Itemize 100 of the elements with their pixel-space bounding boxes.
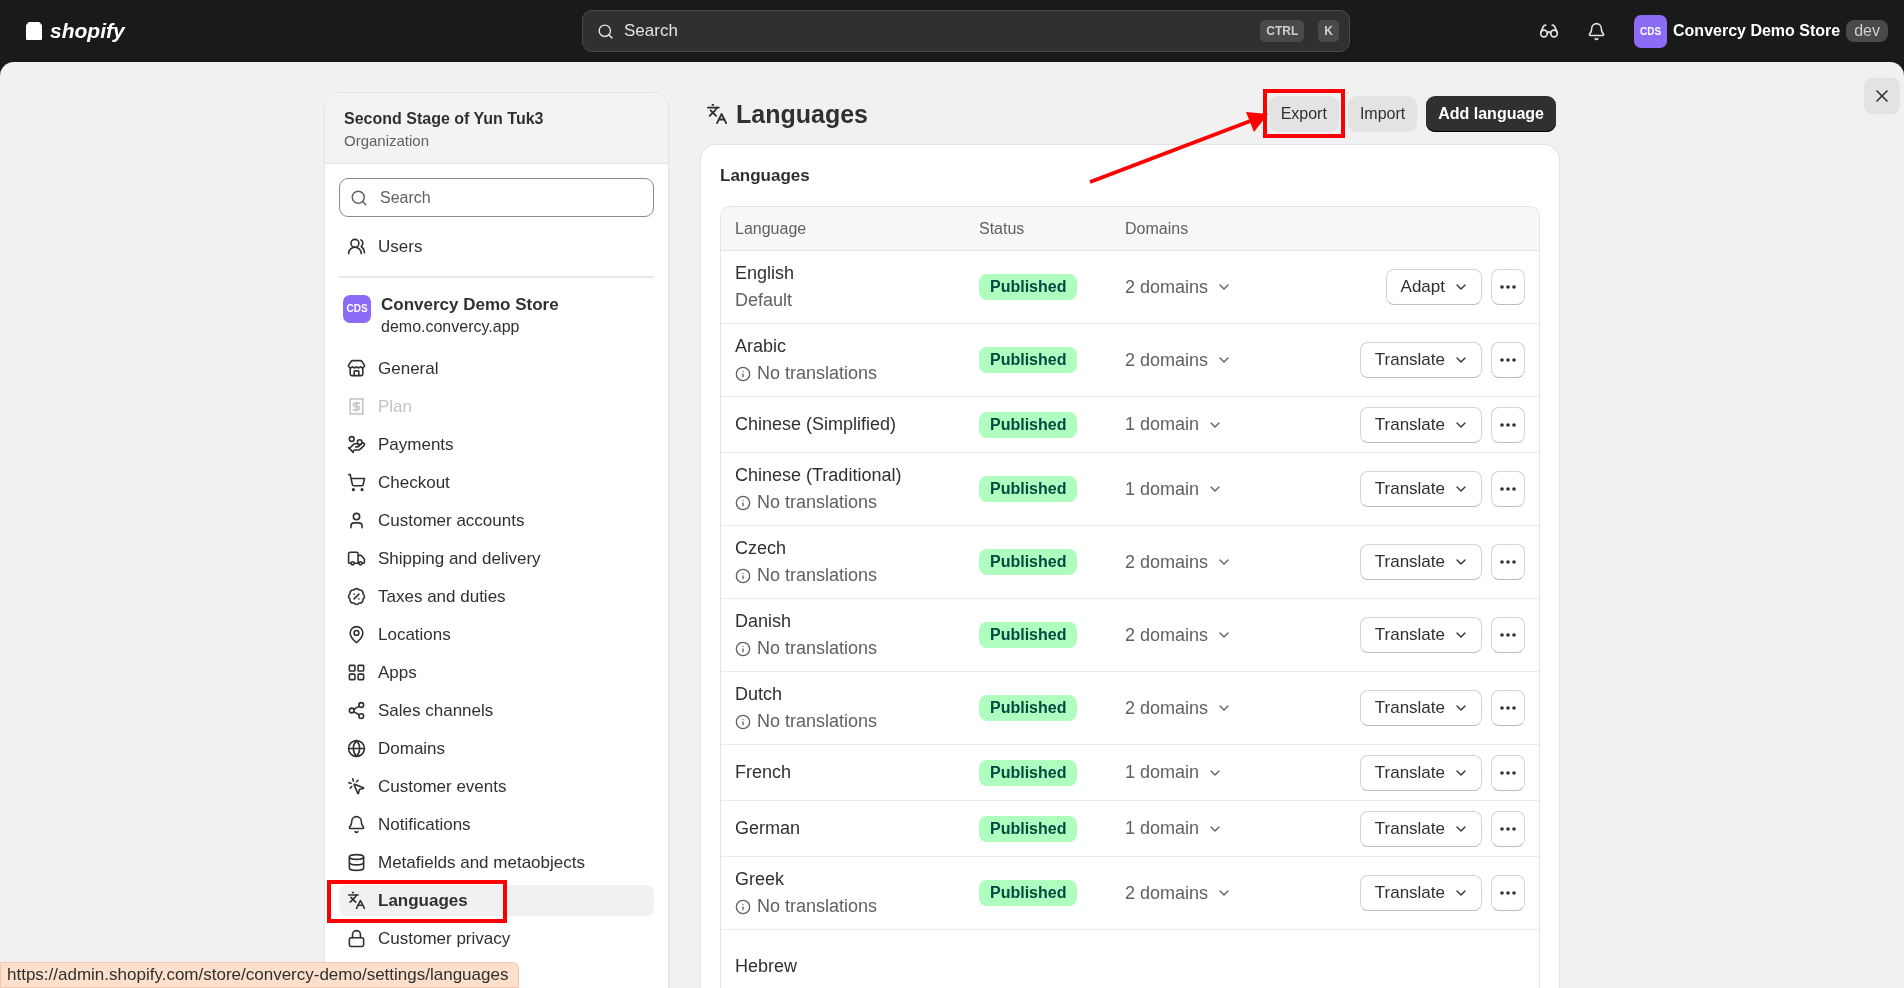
- glasses-icon[interactable]: [1539, 21, 1560, 41]
- note-text: No translations: [735, 363, 979, 384]
- more-button[interactable]: [1491, 406, 1525, 443]
- domains-dropdown[interactable]: 2 domains: [1125, 551, 1233, 573]
- cart-icon: [347, 473, 366, 492]
- domains-dropdown[interactable]: 1 domain: [1125, 414, 1224, 435]
- more-button[interactable]: [1491, 269, 1525, 305]
- sidebar-item[interactable]: Users: [339, 231, 654, 262]
- more-button[interactable]: [1491, 544, 1525, 580]
- store-avatar: CDS: [343, 294, 371, 323]
- action-button[interactable]: Translate: [1359, 544, 1482, 580]
- info-icon: [735, 713, 751, 730]
- action-button[interactable]: Translate: [1359, 754, 1482, 791]
- note-text: Default: [735, 290, 794, 311]
- more-button[interactable]: [1491, 754, 1525, 791]
- store-icon: [347, 359, 366, 378]
- info-icon: [735, 494, 751, 511]
- sidebar-item[interactable]: Checkout: [339, 467, 654, 498]
- sidebar-item[interactable]: Sales channels: [339, 695, 654, 726]
- sidebar-item[interactable]: Notifications: [339, 809, 654, 840]
- domains-dropdown[interactable]: 1 domain: [1125, 818, 1224, 839]
- status-badge: Published: [979, 622, 1078, 648]
- sidebar-item[interactable]: Taxes and duties: [339, 581, 654, 612]
- status-badge: Published: [979, 695, 1078, 721]
- domains-dropdown[interactable]: 2 domains: [1125, 624, 1233, 646]
- action-button[interactable]: Translate: [1359, 690, 1482, 726]
- more-button[interactable]: [1491, 810, 1525, 847]
- map-pin-icon: [347, 625, 366, 644]
- percent-icon: [347, 587, 366, 606]
- more-button[interactable]: [1491, 875, 1525, 911]
- status-badge: Published: [979, 815, 1078, 842]
- sidebar-item[interactable]: Metafields and metaobjects: [339, 847, 654, 878]
- hand-coins-icon: [347, 435, 366, 454]
- header-button[interactable]: Import: [1347, 96, 1418, 132]
- action-button[interactable]: Translate: [1359, 875, 1482, 911]
- dots-icon: [1500, 826, 1516, 831]
- domains-dropdown[interactable]: 2 domains: [1125, 697, 1233, 719]
- store-domain: demo.convercy.app: [381, 317, 521, 336]
- domains-dropdown[interactable]: 2 domains: [1125, 276, 1233, 298]
- dots-icon: [1500, 422, 1516, 427]
- note-text: No translations: [735, 492, 979, 513]
- dots-icon: [1500, 891, 1516, 895]
- sidebar-item[interactable]: Apps: [339, 657, 654, 688]
- shortcut-key: CTRL: [1260, 20, 1305, 42]
- action-button[interactable]: Translate: [1359, 810, 1482, 847]
- store-avatar[interactable]: CDS: [1634, 14, 1668, 48]
- sidebar-item[interactable]: Customer accounts: [339, 505, 654, 536]
- domains-dropdown[interactable]: 2 domains: [1125, 349, 1233, 371]
- receipt-icon: [347, 397, 366, 416]
- card-title: Languages: [720, 166, 811, 186]
- sidebar-item[interactable]: Domains: [339, 733, 654, 764]
- more-button[interactable]: [1491, 471, 1525, 507]
- action-button[interactable]: Translate: [1359, 406, 1482, 443]
- status-badge: Published: [979, 274, 1078, 300]
- more-button[interactable]: [1491, 690, 1525, 726]
- dots-icon: [1500, 633, 1516, 637]
- action-button[interactable]: Translate: [1359, 617, 1482, 653]
- action-button[interactable]: Adapt: [1385, 269, 1482, 305]
- domains-dropdown[interactable]: 2 domains: [1125, 882, 1233, 904]
- users-icon: [347, 237, 366, 256]
- sidebar-item[interactable]: Payments: [339, 429, 654, 460]
- more-button[interactable]: [1491, 617, 1525, 653]
- column-header: Language: [735, 219, 808, 238]
- person-icon: [347, 511, 366, 530]
- sidebar-item[interactable]: General: [339, 353, 654, 384]
- dots-icon: [1500, 487, 1516, 491]
- column-header: Status: [979, 219, 1026, 238]
- pointer-click-icon: [347, 777, 366, 796]
- dots-icon: [1500, 560, 1516, 564]
- search-field[interactable]: Search CTRL K: [582, 10, 1350, 52]
- info-icon: [735, 567, 751, 584]
- note-text: No translations: [735, 711, 979, 732]
- close-button[interactable]: [1864, 78, 1900, 114]
- sidebar-item[interactable]: Locations: [339, 619, 654, 650]
- store-name[interactable]: Convercy Demo Store: [1673, 22, 1841, 40]
- share-icon: [347, 701, 366, 720]
- language-name: French: [735, 762, 793, 783]
- sidebar-item[interactable]: Customer privacy: [339, 923, 654, 954]
- sidebar-item[interactable]: Shipping and delivery: [339, 543, 654, 574]
- add-button[interactable]: Add language: [1426, 96, 1556, 132]
- action-button[interactable]: Translate: [1359, 342, 1482, 378]
- action-button[interactable]: Translate: [1359, 471, 1482, 507]
- status-badge: Published: [979, 476, 1078, 502]
- bell-icon[interactable]: [1587, 21, 1607, 41]
- search-field[interactable]: Search: [339, 178, 654, 217]
- globe-icon: [347, 739, 366, 758]
- organization-name: Second Stage of Yun Tuk3: [344, 110, 545, 128]
- status-badge: Published: [979, 347, 1078, 373]
- dots-icon: [1500, 285, 1516, 289]
- page-title: Languages: [736, 99, 868, 129]
- header-button[interactable]: Export: [1268, 96, 1339, 132]
- sidebar-item[interactable]: Customer events: [339, 771, 654, 802]
- dots-icon: [1500, 770, 1516, 775]
- info-icon: [735, 640, 751, 657]
- domains-dropdown[interactable]: 1 domain: [1125, 762, 1224, 783]
- more-button[interactable]: [1491, 342, 1525, 378]
- domains-dropdown[interactable]: 1 domain: [1125, 478, 1224, 500]
- sidebar-item[interactable]: Languages: [339, 885, 654, 916]
- status-badge: Published: [979, 759, 1078, 786]
- language-name: Dutch: [735, 684, 784, 705]
